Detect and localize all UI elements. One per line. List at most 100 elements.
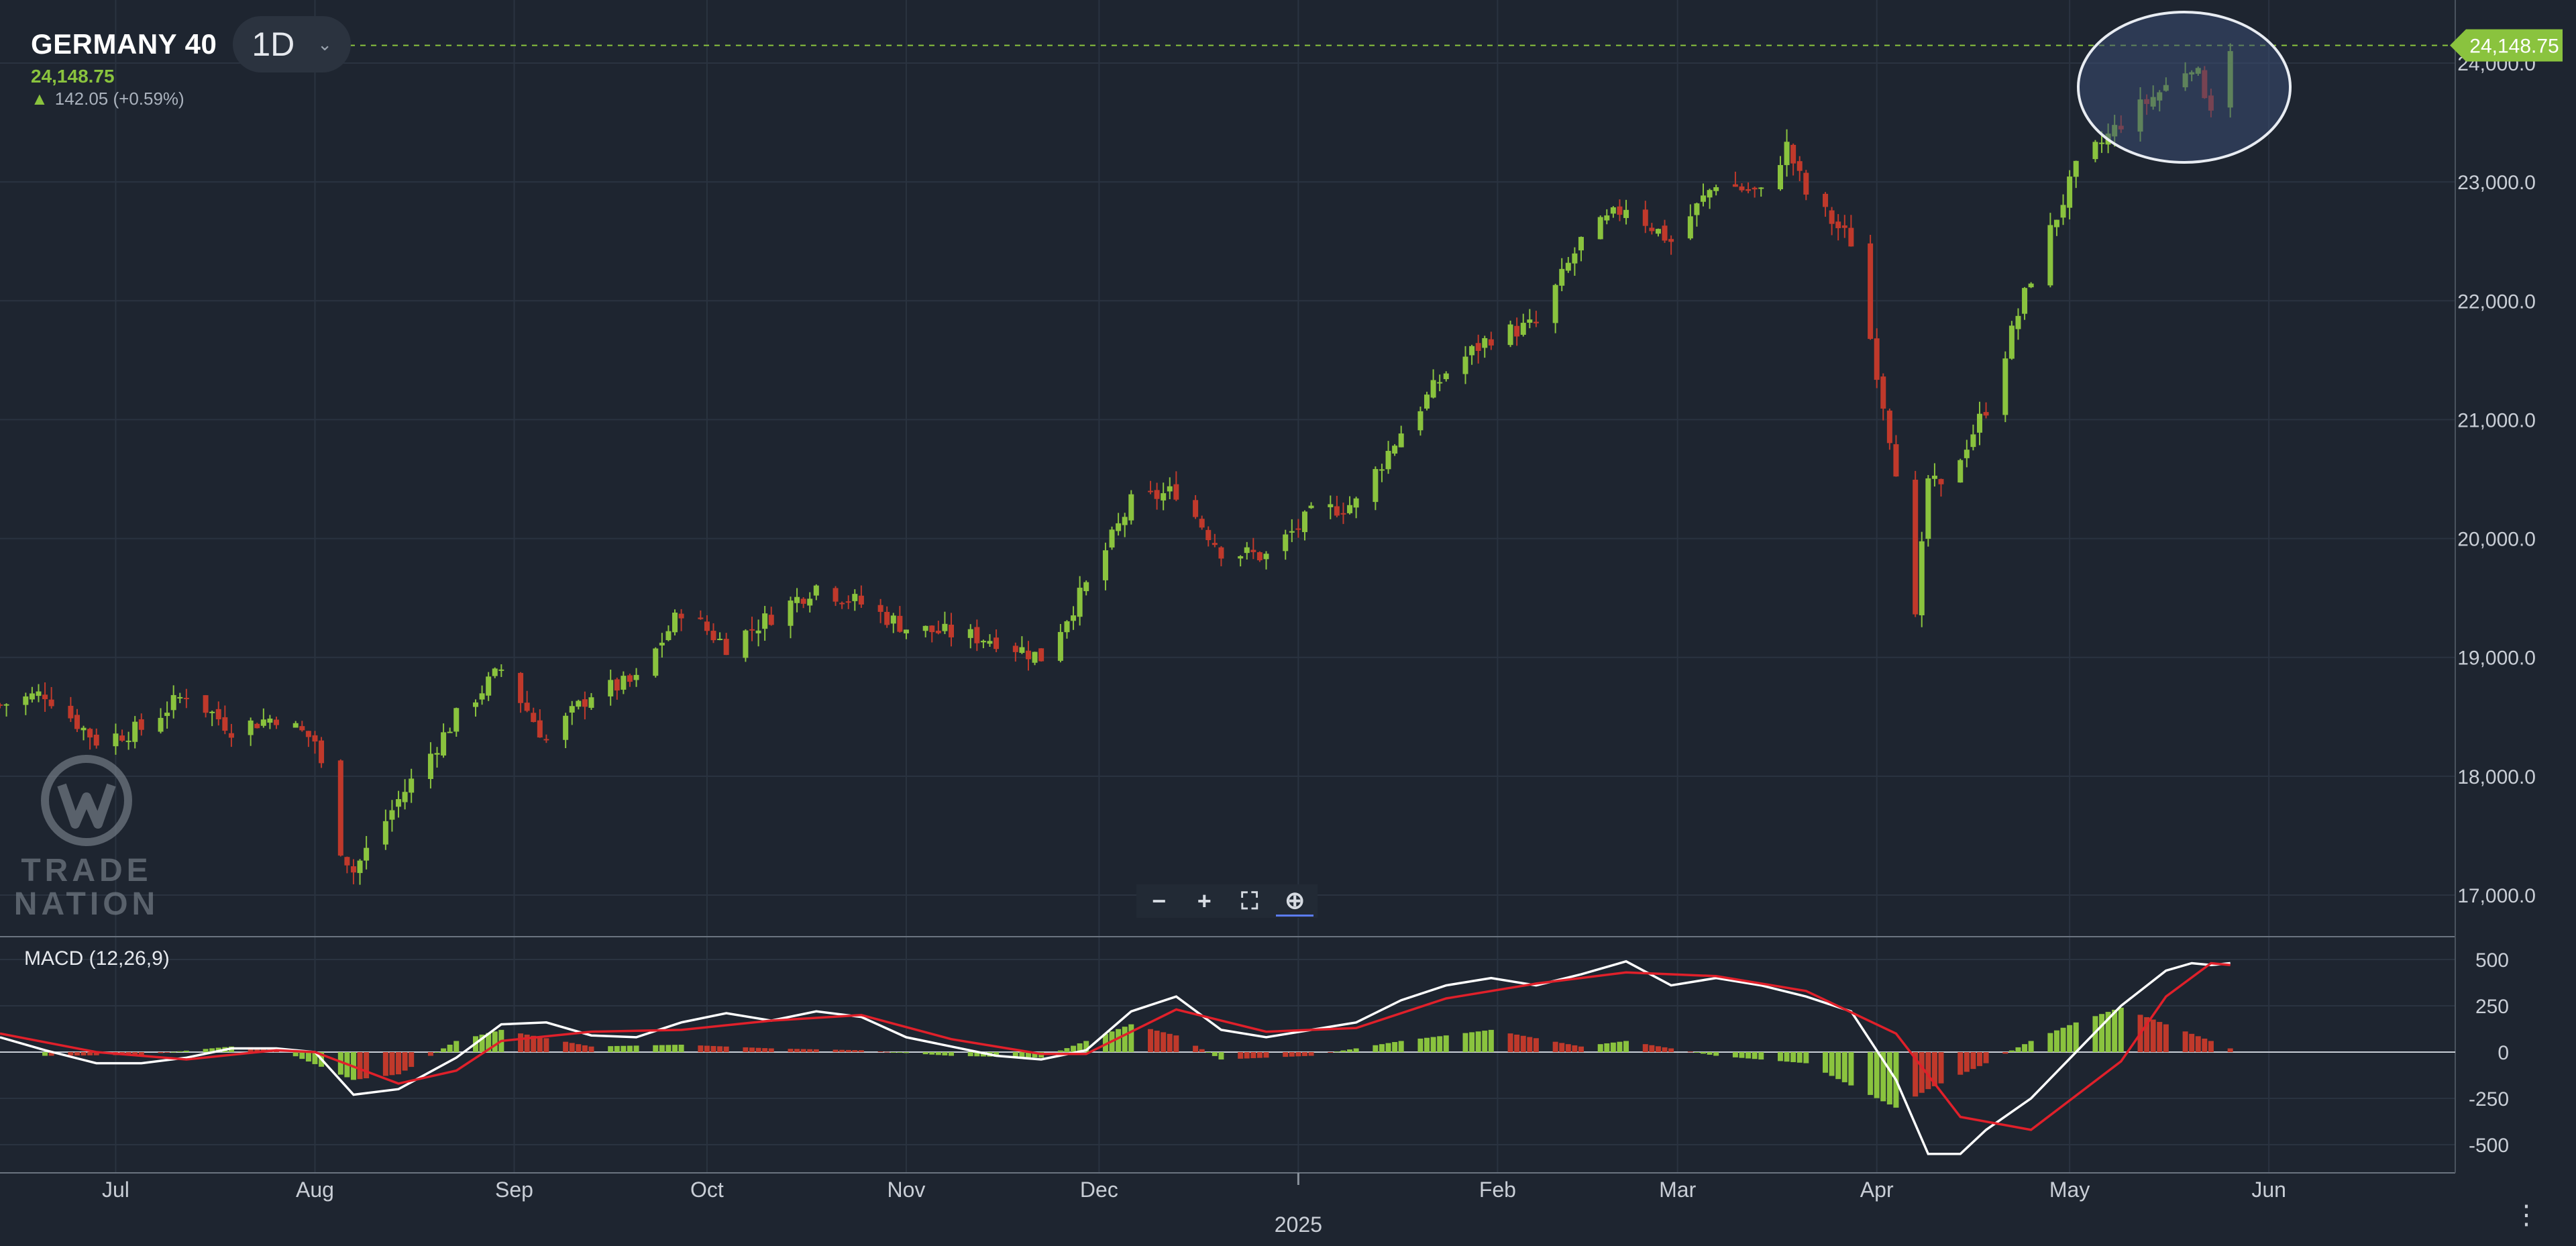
zoom-out-button[interactable]: − bbox=[1140, 887, 1178, 915]
candle-body bbox=[1610, 207, 1616, 214]
candle-body bbox=[1919, 541, 1925, 616]
candle-body bbox=[492, 668, 498, 676]
timeframe-selector[interactable]: 1D ⌄ bbox=[233, 16, 352, 72]
candle-body bbox=[68, 705, 74, 719]
candle-body bbox=[132, 721, 138, 742]
candle-body bbox=[1430, 380, 1436, 398]
zoom-reset-button[interactable]: ⊕ bbox=[1276, 886, 1314, 917]
macd-histogram-bar bbox=[158, 1052, 164, 1053]
macd-histogram-bar bbox=[447, 1044, 453, 1052]
macd-histogram-bar bbox=[794, 1049, 800, 1052]
candle-body bbox=[665, 631, 672, 641]
candle-body bbox=[1913, 479, 1919, 615]
macd-histogram-bar bbox=[299, 1052, 305, 1059]
macd-histogram-bar bbox=[2202, 1038, 2208, 1052]
candle-body bbox=[1373, 469, 1379, 503]
macd-histogram-bar bbox=[1701, 1052, 1707, 1054]
chart-svg[interactable]: 17,000.0 18,000.0 19,000.0 20,000.0 21,000.0… bbox=[0, 0, 2576, 1243]
chevron-down-icon[interactable]: ⌄ bbox=[317, 34, 332, 55]
macd-histogram-bar bbox=[1488, 1029, 1494, 1052]
candle-body bbox=[1655, 229, 1661, 234]
macd-histogram-bar bbox=[1617, 1041, 1623, 1052]
candle-body bbox=[1148, 490, 1154, 492]
macd-histogram-bar bbox=[170, 1051, 176, 1053]
candle-body bbox=[1032, 652, 1038, 663]
macd-histogram-bar bbox=[453, 1041, 460, 1052]
price-change-value: 142.05 (+0.59%) bbox=[54, 89, 184, 109]
macd-histogram-bar bbox=[1430, 1037, 1436, 1052]
y-tick-label: 19,000.0 bbox=[2457, 647, 2536, 670]
candle-body bbox=[402, 792, 408, 802]
macd-histogram-bar bbox=[1841, 1052, 1847, 1082]
macd-histogram-bar bbox=[1957, 1052, 1964, 1075]
macd-histogram-bar bbox=[1649, 1045, 1655, 1052]
candle-body bbox=[1662, 225, 1668, 241]
x-tick-label: Dec bbox=[1080, 1178, 1118, 1202]
candle-body bbox=[1038, 648, 1044, 662]
candle-body bbox=[1777, 164, 1783, 190]
candle-body bbox=[1443, 373, 1449, 380]
candle-body bbox=[723, 639, 729, 656]
more-menu-icon[interactable]: ⋮ bbox=[2513, 1200, 2540, 1231]
candle-body bbox=[762, 613, 768, 629]
candle-body bbox=[203, 695, 209, 713]
macd-histogram-bar bbox=[2008, 1050, 2015, 1052]
candle-body bbox=[498, 669, 504, 671]
macd-histogram-bar bbox=[1739, 1052, 1745, 1058]
macd-histogram-bar bbox=[2015, 1047, 2021, 1052]
macd-histogram-bar bbox=[839, 1049, 845, 1052]
candle-body bbox=[1694, 203, 1700, 215]
candle-body bbox=[337, 760, 343, 856]
macd-histogram-bar bbox=[1655, 1046, 1661, 1052]
candle-body bbox=[569, 706, 575, 713]
macd-label: MACD (12,26,9) bbox=[24, 947, 170, 970]
candle-body bbox=[1353, 498, 1359, 508]
candle-body bbox=[2092, 142, 2098, 160]
candle-body bbox=[1199, 519, 1205, 528]
candle-body bbox=[177, 696, 183, 699]
chart-area[interactable]: 17,000.0 18,000.0 19,000.0 20,000.0 21,000.0… bbox=[0, 0, 2576, 1243]
candle-body bbox=[389, 810, 395, 820]
macd-histogram-bar bbox=[852, 1050, 858, 1052]
trade-nation-logo: TRADE NATION bbox=[9, 750, 164, 921]
highlight-ellipse bbox=[2077, 11, 2292, 164]
candle-body bbox=[833, 588, 839, 602]
macd-histogram-bar bbox=[1218, 1052, 1224, 1060]
macd-histogram-bar bbox=[877, 1051, 883, 1053]
macd-histogram-bar bbox=[845, 1049, 851, 1052]
macd-histogram-bar bbox=[1205, 1052, 1212, 1053]
candle-body bbox=[1552, 284, 1558, 323]
candle-body bbox=[93, 734, 99, 746]
macd-histogram-bar bbox=[1507, 1033, 1513, 1052]
macd-histogram-bar bbox=[2112, 1009, 2118, 1052]
macd-y-tick-label: 0 bbox=[2498, 1042, 2509, 1064]
macd-histogram-bar bbox=[1784, 1052, 1790, 1062]
macd-histogram-bar bbox=[678, 1044, 684, 1052]
candle-body bbox=[1122, 517, 1128, 525]
candle-body bbox=[473, 702, 479, 707]
macd-histogram-bar bbox=[1610, 1042, 1616, 1052]
macd-histogram-bar bbox=[1193, 1045, 1199, 1052]
candle-body bbox=[672, 613, 678, 633]
macd-histogram-bar bbox=[292, 1052, 299, 1057]
zoom-in-button[interactable]: + bbox=[1185, 887, 1223, 915]
candle-body bbox=[1154, 490, 1160, 499]
candle-body bbox=[87, 729, 93, 738]
candle-body bbox=[1238, 556, 1244, 559]
symbol-name: GERMANY 40 bbox=[31, 28, 217, 60]
candle-body bbox=[903, 629, 909, 633]
macd-histogram-bar bbox=[1238, 1052, 1244, 1059]
candle-body bbox=[158, 717, 164, 732]
candle-body bbox=[839, 603, 845, 605]
candle-body bbox=[922, 625, 928, 631]
macd-histogram-bar bbox=[2060, 1027, 2066, 1052]
macd-histogram-bar bbox=[935, 1052, 941, 1055]
candle-body bbox=[710, 631, 716, 641]
macd-histogram-bar bbox=[1263, 1052, 1269, 1058]
candle-body bbox=[633, 674, 639, 680]
candle-body bbox=[2015, 315, 2021, 329]
macd-histogram-bar bbox=[1244, 1052, 1250, 1059]
macd-histogram-bar bbox=[1874, 1052, 1880, 1098]
macd-histogram-bar bbox=[1340, 1050, 1346, 1052]
fit-screen-button[interactable]: ⛶ bbox=[1231, 887, 1269, 916]
